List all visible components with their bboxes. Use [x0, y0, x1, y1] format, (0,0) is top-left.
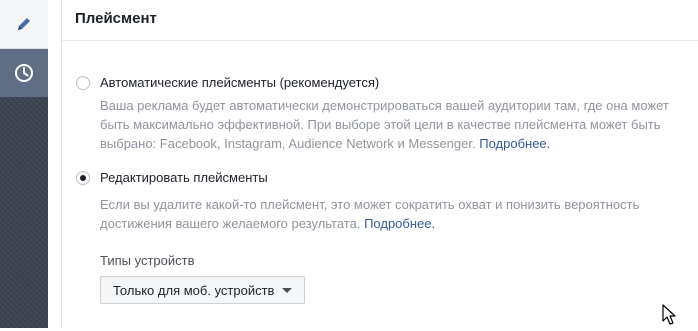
clock-icon [14, 63, 34, 83]
option-automatic-description: Ваша реклама будет автоматически демонст… [100, 98, 669, 151]
radio-edit[interactable] [76, 171, 90, 185]
device-types-value: Только для моб. устройств [113, 282, 275, 298]
section-header: Плейсмент [62, 0, 698, 41]
learn-more-link-edit[interactable]: Подробнее. [364, 216, 435, 231]
chevron-down-icon [282, 287, 293, 293]
device-types-label: Типы устройств [100, 253, 195, 268]
learn-more-link-automatic[interactable]: Подробнее. [479, 136, 550, 151]
option-edit-label: Редактировать плейсменты [100, 170, 268, 185]
mouse-cursor-icon [662, 304, 676, 331]
radio-automatic[interactable] [76, 76, 90, 90]
option-automatic-label: Автоматические плейсменты (рекомендуется… [100, 75, 380, 90]
pencil-icon [15, 15, 33, 33]
page-title: Плейсмент [75, 10, 157, 27]
option-edit-description: Если вы удалите какой-то плейсмент, это … [100, 197, 640, 231]
divider [61, 0, 62, 328]
device-types-dropdown[interactable]: Только для моб. устройств [100, 276, 306, 304]
edit-tab[interactable] [0, 0, 48, 49]
history-tab[interactable] [0, 49, 48, 97]
